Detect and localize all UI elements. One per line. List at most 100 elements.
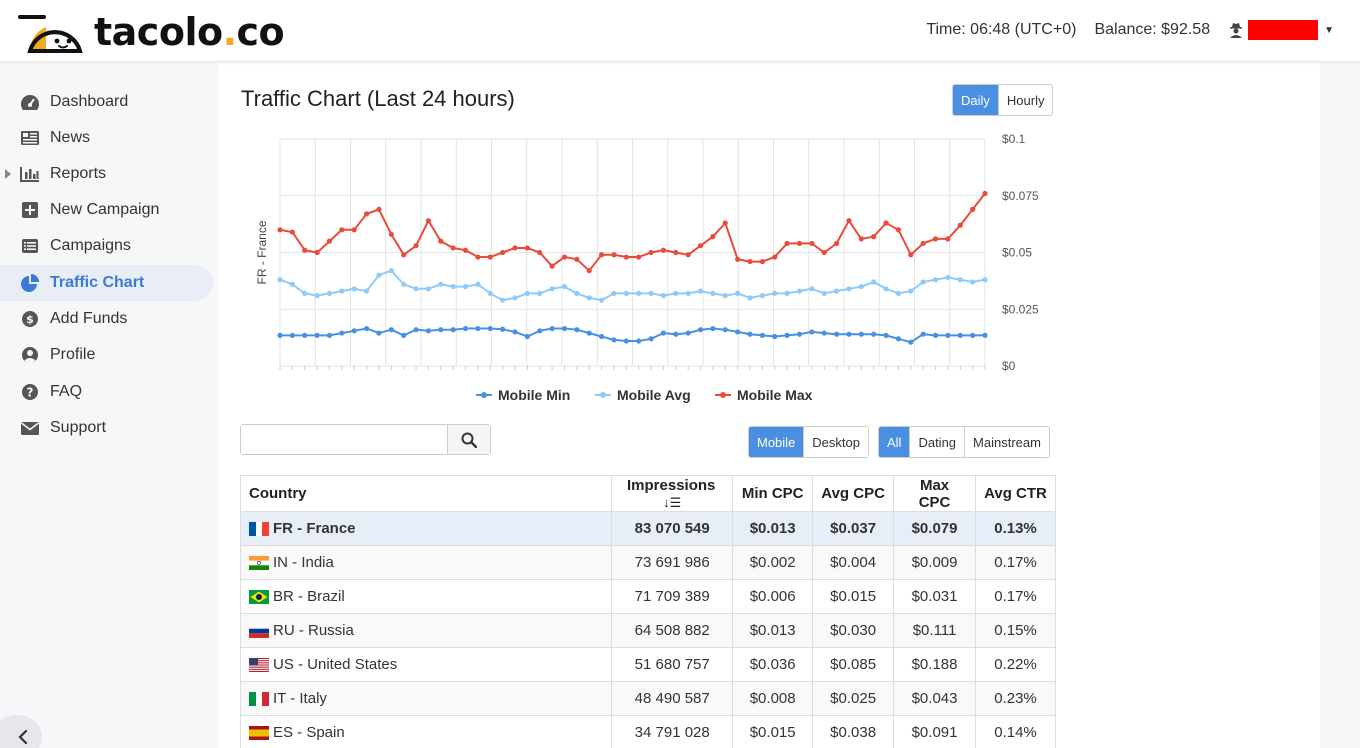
series-point-2	[957, 222, 963, 228]
column-header-max-cpc[interactable]: Max CPC	[893, 475, 977, 512]
sidebar-item-faq[interactable]: ? FAQ	[0, 374, 213, 410]
series-point-0	[363, 325, 370, 332]
column-header-impressions[interactable]: Impressions ↓☰	[611, 475, 734, 512]
column-header-avg-ctr[interactable]: Avg CTR	[975, 475, 1056, 512]
series-point-1	[685, 290, 691, 296]
sidebar-item-news[interactable]: News	[0, 120, 213, 156]
series-point-1	[697, 288, 704, 294]
table-row[interactable]: IN - India 73 691 986 $0.002 $0.004 $0.009 0.…	[239, 545, 1056, 580]
cell-impressions: 34 791 028	[611, 715, 734, 748]
series-point-1	[821, 290, 827, 296]
series-point-1	[586, 295, 592, 301]
cell-country: US - United States	[239, 647, 613, 682]
sidebar-item-traffic-chart[interactable]: Traffic Chart	[0, 265, 213, 301]
cell-country: RU - Russia	[239, 613, 613, 648]
series-point-1	[784, 290, 790, 296]
sidebar-item-add-funds[interactable]: $ Add Funds	[0, 301, 213, 337]
series-point-1	[623, 290, 629, 296]
series-point-1	[512, 295, 518, 301]
series-point-2	[920, 240, 926, 247]
dating-button[interactable]: Dating	[910, 427, 966, 457]
cell-impressions: 83 070 549	[611, 511, 734, 546]
series-point-2	[326, 238, 333, 244]
sidebar-item-campaigns[interactable]: Campaigns	[0, 228, 213, 264]
server-time: Time: 06:48 (UTC+0)	[926, 21, 1077, 38]
country-stats-table: Country Impressions ↓☰ Min CPC Avg CPC M…	[239, 475, 1056, 748]
sidebar-item-reports[interactable]: Reports	[0, 156, 213, 192]
series-point-2	[351, 227, 357, 233]
search-button[interactable]	[447, 425, 490, 454]
series-point-0	[339, 330, 345, 336]
series-point-0	[957, 332, 963, 338]
legend-label: Mobile Max	[737, 387, 813, 403]
series-point-0	[932, 332, 939, 338]
hourly-button[interactable]: Hourly	[998, 85, 1053, 115]
series-point-1	[796, 288, 803, 294]
sidebar-item-profile[interactable]: Profile	[0, 337, 213, 373]
brand-logo[interactable]: tacolo.co	[16, 10, 285, 54]
table-row[interactable]: IT - Italy 48 490 587 $0.008 $0.025 $0.043 0.…	[239, 681, 1056, 716]
user-menu[interactable]	[1248, 20, 1319, 40]
flag-fr-icon	[249, 521, 269, 536]
mainstream-button[interactable]: Mainstream	[965, 427, 1049, 457]
y-tick-label: $0	[1002, 359, 1016, 373]
cell-avg-ctr: 0.23%	[975, 681, 1056, 716]
series-point-0	[351, 328, 357, 334]
series-point-2	[932, 236, 939, 242]
cell-impressions: 71 709 389	[611, 579, 734, 614]
expand-caret-icon[interactable]	[5, 169, 11, 179]
series-point-1	[648, 290, 654, 296]
series-point-1	[326, 290, 333, 296]
series-point-1	[537, 290, 543, 296]
table-row[interactable]: ES - Spain 34 791 028 $0.015 $0.038 $0.091 0.…	[239, 715, 1056, 748]
series-point-2	[883, 220, 889, 226]
sidebar-item-new-campaign[interactable]: New Campaign	[0, 192, 213, 228]
cell-avg-ctr: 0.17%	[975, 545, 1056, 580]
table-row[interactable]: FR - France 83 070 549 $0.013 $0.037 $0.079 0…	[239, 511, 1056, 546]
column-header-avg-cpc[interactable]: Avg CPC	[812, 475, 895, 512]
chevron-down-icon[interactable]: ▼	[1324, 25, 1334, 36]
table-row[interactable]: RU - Russia 64 508 882 $0.013 $0.030 $0.111 0…	[239, 613, 1056, 648]
device-toggle: Mobile Desktop	[748, 426, 869, 458]
y-tick-label: $0.075	[1002, 189, 1039, 203]
cell-max-cpc: $0.091	[893, 715, 977, 748]
plus-square-icon	[20, 200, 40, 220]
table-header-row: Country Impressions ↓☰ Min CPC Avg CPC M…	[239, 475, 1056, 512]
series-point-2	[945, 236, 951, 242]
svg-text:$: $	[26, 313, 34, 326]
cell-avg-ctr: 0.17%	[975, 579, 1056, 614]
table-row[interactable]: BR - Brazil 71 709 389 $0.006 $0.015 $0.031 0…	[239, 579, 1056, 614]
sidebar-item-dashboard[interactable]: Dashboard	[0, 84, 213, 120]
account-balance[interactable]: Balance: $92.58	[1094, 21, 1210, 39]
series-point-0	[858, 331, 864, 337]
series-point-1	[772, 290, 778, 296]
country-name: ES - Spain	[273, 724, 345, 741]
sidebar-item-label: Reports	[50, 165, 107, 182]
desktop-button[interactable]: Desktop	[804, 427, 868, 457]
daily-button[interactable]: Daily	[953, 85, 999, 115]
series-point-0	[537, 328, 543, 334]
cell-country: FR - France	[239, 511, 613, 546]
series-point-0	[438, 327, 444, 333]
column-header-min-cpc[interactable]: Min CPC	[732, 475, 814, 512]
sort-desc-icon: ↓☰	[663, 494, 682, 510]
series-point-1	[660, 293, 667, 299]
series-point-2	[413, 243, 419, 249]
cell-min-cpc: $0.013	[732, 511, 814, 546]
mobile-button[interactable]: Mobile	[749, 427, 805, 457]
sidebar-item-support[interactable]: Support	[0, 410, 213, 446]
series-point-0	[908, 339, 914, 345]
series-point-0	[413, 327, 419, 333]
cell-avg-cpc: $0.038	[812, 715, 895, 748]
search-input[interactable]	[241, 425, 448, 454]
cell-max-cpc: $0.009	[893, 545, 977, 580]
series-point-0	[574, 327, 580, 333]
series-point-1	[858, 283, 864, 290]
all-button[interactable]: All	[879, 427, 911, 457]
series-point-2	[611, 252, 617, 258]
table-row[interactable]: US - United States 51 680 757 $0.036 $0.085…	[239, 647, 1056, 682]
series-point-1	[574, 290, 580, 296]
column-header-country[interactable]: Country	[239, 475, 613, 512]
dashboard-icon	[20, 92, 40, 112]
legend-label: Mobile Avg	[617, 387, 691, 403]
